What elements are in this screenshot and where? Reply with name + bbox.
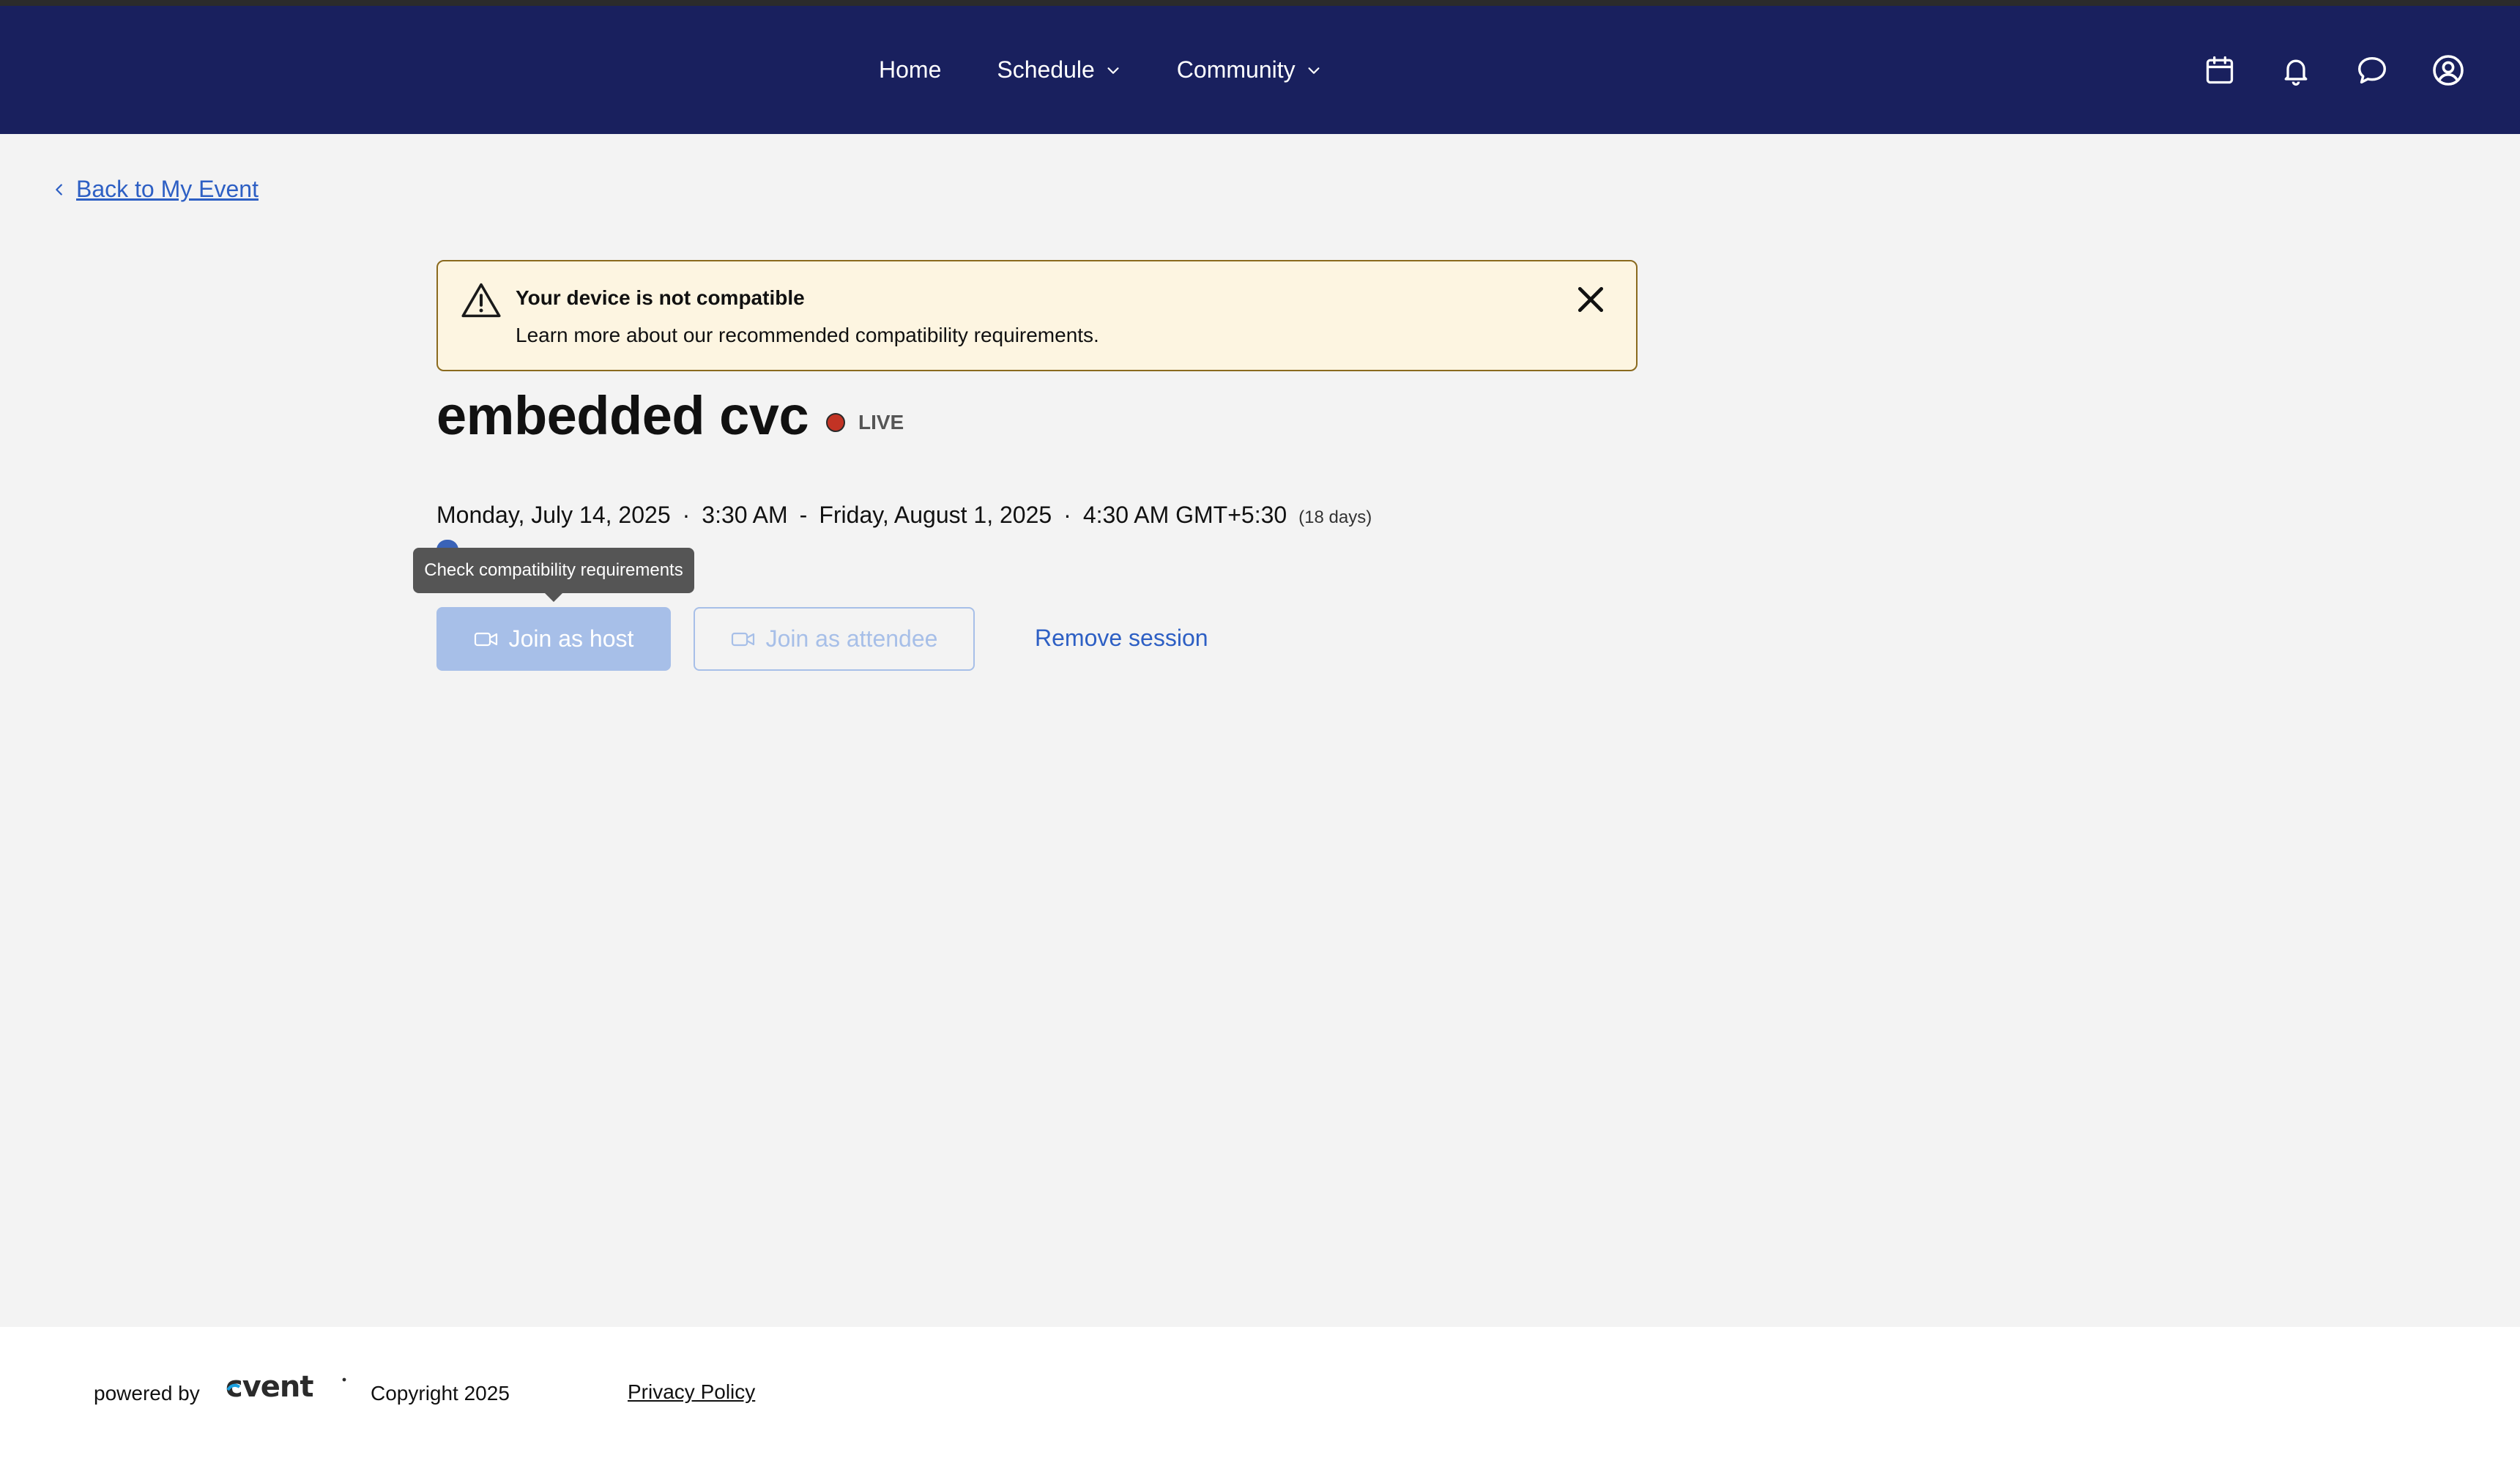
cvent-logo: cvent xyxy=(226,1374,346,1403)
nav-item-home[interactable]: Home xyxy=(879,56,941,83)
footer: powered by cvent Copyright 2025 Privacy … xyxy=(0,1327,2520,1458)
nav-item-community[interactable]: Community xyxy=(1177,56,1322,83)
separator-dash: - xyxy=(799,502,808,528)
privacy-policy-link[interactable]: Privacy Policy xyxy=(628,1380,755,1404)
svg-text:cvent: cvent xyxy=(226,1374,313,1403)
start-date: Monday, July 14, 2025 xyxy=(436,502,671,528)
warning-icon xyxy=(461,283,501,318)
start-time: 3:30 AM xyxy=(702,502,788,528)
powered-by-label: powered by xyxy=(94,1382,200,1405)
top-navbar: Home Schedule Community xyxy=(0,6,2520,134)
live-label: LIVE xyxy=(858,411,904,434)
close-icon[interactable] xyxy=(1575,283,1607,316)
session-title: embedded cvc xyxy=(436,385,809,446)
nav-item-label: Schedule xyxy=(997,56,1095,83)
join-attendee-label: Join as attendee xyxy=(765,625,938,652)
separator-dot: · xyxy=(682,502,691,528)
session-datetime: Monday, July 14, 2025 · 3:30 AM - Friday… xyxy=(436,502,1372,529)
end-date: Friday, August 1, 2025 xyxy=(819,502,1052,528)
bell-icon[interactable] xyxy=(2277,51,2315,89)
user-avatar-icon[interactable] xyxy=(2429,51,2467,89)
video-camera-icon xyxy=(731,632,754,646)
back-to-event-link[interactable]: Back to My Event xyxy=(51,176,259,203)
copyright-text: Copyright 2025 xyxy=(371,1382,510,1405)
live-dot-icon xyxy=(826,413,845,432)
session-duration: (18 days) xyxy=(1298,507,1372,527)
live-badge: LIVE xyxy=(826,411,904,434)
nav-icon-group xyxy=(2163,6,2467,134)
join-host-label: Join as host xyxy=(508,625,634,652)
video-camera-icon xyxy=(474,632,497,646)
top-border xyxy=(0,0,2520,6)
compatibility-alert: Your device is not compatible Learn more… xyxy=(436,260,1638,371)
chevron-down-icon xyxy=(1107,67,1119,74)
join-as-host-button[interactable]: Join as host xyxy=(436,607,671,671)
chat-icon[interactable] xyxy=(2353,51,2391,89)
tooltip-arrow xyxy=(545,593,562,602)
separator-dot: · xyxy=(1063,502,1071,528)
chevron-down-icon xyxy=(1308,67,1320,74)
nav-item-label: Community xyxy=(1176,56,1296,83)
join-as-attendee-button[interactable]: Join as attendee xyxy=(694,607,975,671)
nav-item-schedule[interactable]: Schedule xyxy=(997,56,1120,83)
back-link-label: Back to My Event xyxy=(76,176,259,202)
tooltip-text: Check compatibility requirements xyxy=(424,560,683,580)
compatibility-tooltip: Check compatibility requirements xyxy=(413,548,694,602)
main-nav: Home Schedule Community xyxy=(879,6,1378,134)
remove-session-button[interactable]: Remove session xyxy=(1035,625,1208,652)
nav-item-label: Home xyxy=(879,56,942,83)
chevron-left-icon xyxy=(56,183,62,196)
end-time: 4:30 AM GMT+5:30 xyxy=(1082,502,1287,528)
alert-title: Your device is not compatible xyxy=(516,286,805,309)
alert-description[interactable]: Learn more about our recommended compati… xyxy=(516,324,1099,347)
calendar-icon[interactable] xyxy=(2201,51,2239,89)
